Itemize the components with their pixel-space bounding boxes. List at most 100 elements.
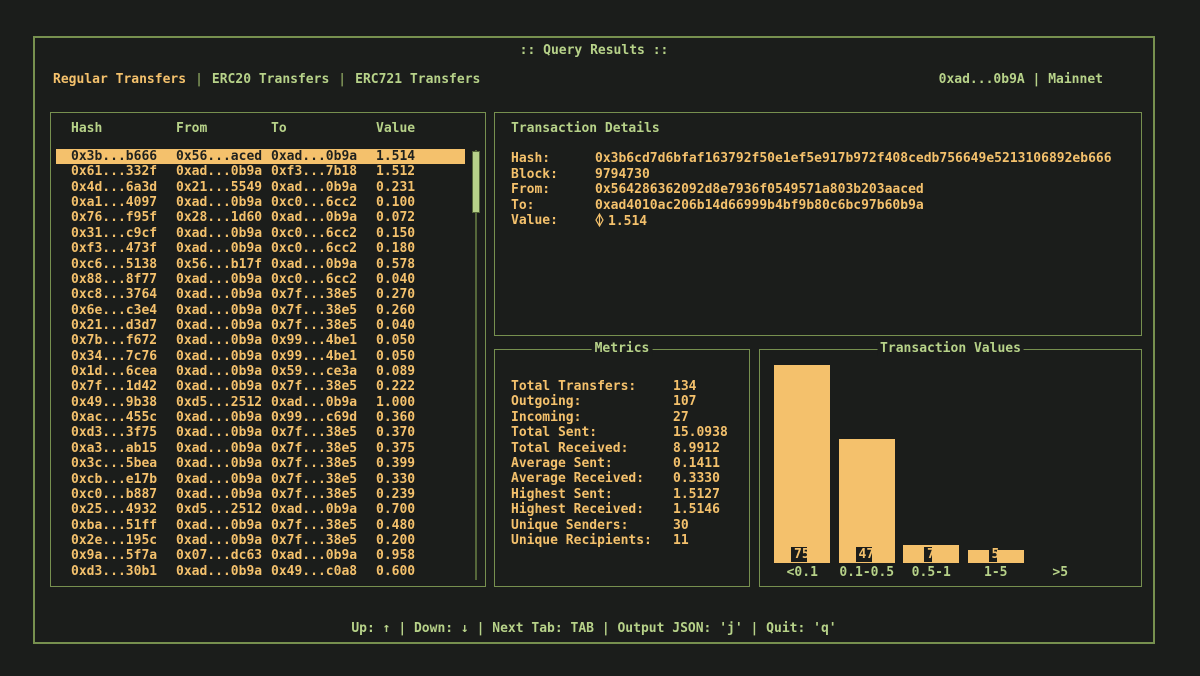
- detail-label-to: To:: [511, 198, 534, 214]
- table-row[interactable]: 0x2e...195c0xad...0b9a0x7f...38e50.200: [56, 533, 465, 548]
- metric-label: Average Sent:: [511, 456, 613, 471]
- table-row[interactable]: 0x21...d3d70xad...0b9a0x7f...38e50.040: [56, 318, 465, 333]
- table-row[interactable]: 0xcb...e17b0xad...0b9a0x7f...38e50.330: [56, 472, 465, 487]
- cell-from: 0xad...0b9a: [176, 364, 262, 379]
- table-row[interactable]: 0xba...51ff0xad...0b9a0x7f...38e50.480: [56, 518, 465, 533]
- table-row[interactable]: 0x3c...5bea0xad...0b9a0x7f...38e50.399: [56, 456, 465, 471]
- cell-from: 0x07...dc63: [176, 548, 262, 563]
- details-fields: Hash:0x3b6cd7d6bfaf163792f50e1ef5e917b97…: [495, 151, 1141, 229]
- scrollbar-thumb[interactable]: [472, 151, 480, 213]
- cell-value: 0.270: [376, 287, 415, 302]
- metric-total-received: Total Received:8.9912: [495, 441, 749, 456]
- cell-value: 0.578: [376, 257, 415, 272]
- cell-from: 0xad...0b9a: [176, 333, 262, 348]
- cell-to: 0xad...0b9a: [271, 149, 357, 164]
- cell-from: 0xad...0b9a: [176, 472, 262, 487]
- table-row[interactable]: 0x61...332f0xad...0b9a0xf3...7b181.512: [56, 164, 465, 179]
- table-row[interactable]: 0x4d...6a3d0x21...55490xad...0b9a0.231: [56, 180, 465, 195]
- table-row[interactable]: 0x34...7c760xad...0b9a0x99...4be10.050: [56, 349, 465, 364]
- table-row[interactable]: 0x7b...f6720xad...0b9a0x99...4be10.050: [56, 333, 465, 348]
- table-row[interactable]: 0xa3...ab150xad...0b9a0x7f...38e50.375: [56, 441, 465, 456]
- cell-to: 0x99...4be1: [271, 349, 357, 364]
- table-row[interactable]: 0xd3...30b10xad...0b9a0x49...c0a80.600: [56, 564, 465, 579]
- cell-hash: 0xd3...30b1: [71, 564, 157, 579]
- cell-to: 0x7f...38e5: [271, 303, 357, 318]
- chart-bar-<0.1: [774, 365, 830, 563]
- cell-hash: 0x31...c9cf: [71, 226, 157, 241]
- metric-value: 1.5127: [673, 487, 720, 502]
- cell-value: 0.239: [376, 487, 415, 502]
- cell-hash: 0xf3...473f: [71, 241, 157, 256]
- cell-from: 0xad...0b9a: [176, 564, 262, 579]
- metric-label: Total Received:: [511, 441, 628, 456]
- cell-from: 0xad...0b9a: [176, 425, 262, 440]
- keybindings-footer: Up: ↑ | Down: ↓ | Next Tab: TAB | Output…: [35, 621, 1153, 636]
- column-header-from: From: [176, 121, 207, 136]
- cell-to: 0x99...4be1: [271, 333, 357, 348]
- detail-label-from: From:: [511, 182, 550, 198]
- wallet-network-status: 0xad...0b9A | Mainnet: [939, 72, 1103, 87]
- metric-outgoing: Outgoing:107: [495, 394, 749, 409]
- metric-value: 15.0938: [673, 425, 728, 440]
- tab-regular-transfers[interactable]: Regular Transfers: [53, 72, 186, 87]
- cell-to: 0x99...c69d: [271, 410, 357, 425]
- table-row[interactable]: 0xac...455c0xad...0b9a0x99...c69d0.360: [56, 410, 465, 425]
- cell-from: 0xad...0b9a: [176, 518, 262, 533]
- cell-from: 0xad...0b9a: [176, 303, 262, 318]
- cell-from: 0xad...0b9a: [176, 318, 262, 333]
- metric-incoming: Incoming:27: [495, 410, 749, 425]
- table-row[interactable]: 0xc6...51380x56...b17f0xad...0b9a0.578: [56, 257, 465, 272]
- column-header-hash: Hash: [71, 121, 102, 136]
- detail-line-from: From: 0x564286362092d8e7936f0549571a803b2…: [495, 182, 1141, 198]
- table-scrollbar[interactable]: [472, 150, 480, 580]
- tab-erc20-transfers[interactable]: ERC20 Transfers: [212, 72, 329, 87]
- cell-to: 0x7f...38e5: [271, 287, 357, 302]
- metric-label: Unique Recipients:: [511, 533, 652, 548]
- table-row[interactable]: 0xa1...40970xad...0b9a0xc0...6cc20.100: [56, 195, 465, 210]
- table-row[interactable]: 0x25...49320xd5...25120xad...0b9a0.700: [56, 502, 465, 517]
- cell-from: 0xad...0b9a: [176, 379, 262, 394]
- table-row[interactable]: 0x76...f95f0x28...1d600xad...0b9a0.072: [56, 210, 465, 225]
- table-row[interactable]: 0x31...c9cf0xad...0b9a0xc0...6cc20.150: [56, 226, 465, 241]
- metric-value: 134: [673, 379, 696, 394]
- details-panel-title: Transaction Details: [511, 121, 660, 136]
- table-row[interactable]: 0x6e...c3e40xad...0b9a0x7f...38e50.260: [56, 303, 465, 318]
- table-row[interactable]: 0x9a...5f7a0x07...dc630xad...0b9a0.958: [56, 548, 465, 563]
- bar-value-label: 7: [924, 547, 932, 562]
- table-row[interactable]: 0xc8...37640xad...0b9a0x7f...38e50.270: [56, 287, 465, 302]
- table-row[interactable]: 0xd3...3f750xad...0b9a0x7f...38e50.370: [56, 425, 465, 440]
- tab-divider: |: [195, 72, 203, 87]
- cell-hash: 0x7b...f672: [71, 333, 157, 348]
- metric-label: Outgoing:: [511, 394, 581, 409]
- detail-value-from: 0x564286362092d8e7936f0549571a803b203aac…: [595, 182, 924, 198]
- cell-from: 0x56...b17f: [176, 257, 262, 272]
- metric-label: Average Received:: [511, 471, 644, 486]
- table-row[interactable]: 0xf3...473f0xad...0b9a0xc0...6cc20.180: [56, 241, 465, 256]
- cell-value: 0.200: [376, 533, 415, 548]
- table-row[interactable]: 0x1d...6cea0xad...0b9a0x59...ce3a0.089: [56, 364, 465, 379]
- network-name: Mainnet: [1048, 72, 1103, 87]
- table-body: 0x3b...b6660x56...aced0xad...0b9a1.5140x…: [56, 149, 465, 579]
- table-row[interactable]: 0x3b...b6660x56...aced0xad...0b9a1.514: [56, 149, 465, 164]
- table-row[interactable]: 0x49...9b380xd5...25120xad...0b9a1.000: [56, 395, 465, 410]
- eth-diamond-icon: [595, 213, 604, 227]
- table-row[interactable]: 0xc0...b8870xad...0b9a0x7f...38e50.239: [56, 487, 465, 502]
- cell-value: 0.480: [376, 518, 415, 533]
- table-header-row: Hash From To Value: [51, 121, 485, 137]
- cell-value: 0.040: [376, 318, 415, 333]
- cell-hash: 0x6e...c3e4: [71, 303, 157, 318]
- tab-erc721-transfers[interactable]: ERC721 Transfers: [355, 72, 480, 87]
- detail-value-value: 1.514: [595, 213, 647, 230]
- cell-hash: 0xa3...ab15: [71, 441, 157, 456]
- cell-from: 0xad...0b9a: [176, 533, 262, 548]
- metric-value: 30: [673, 518, 689, 533]
- table-row[interactable]: 0x88...8f770xad...0b9a0xc0...6cc20.040: [56, 272, 465, 287]
- terminal-screen: :: Query Results :: Regular Transfers|ER…: [0, 0, 1200, 676]
- cell-hash: 0xd3...3f75: [71, 425, 157, 440]
- cell-hash: 0x34...7c76: [71, 349, 157, 364]
- bar-chart: 75<0.1470.1-0.570.5-151-5>5: [760, 350, 1141, 586]
- table-row[interactable]: 0x7f...1d420xad...0b9a0x7f...38e50.222: [56, 379, 465, 394]
- metric-value: 11: [673, 533, 689, 548]
- app-window: :: Query Results :: Regular Transfers|ER…: [33, 36, 1155, 644]
- metric-unique-senders: Unique Senders:30: [495, 518, 749, 533]
